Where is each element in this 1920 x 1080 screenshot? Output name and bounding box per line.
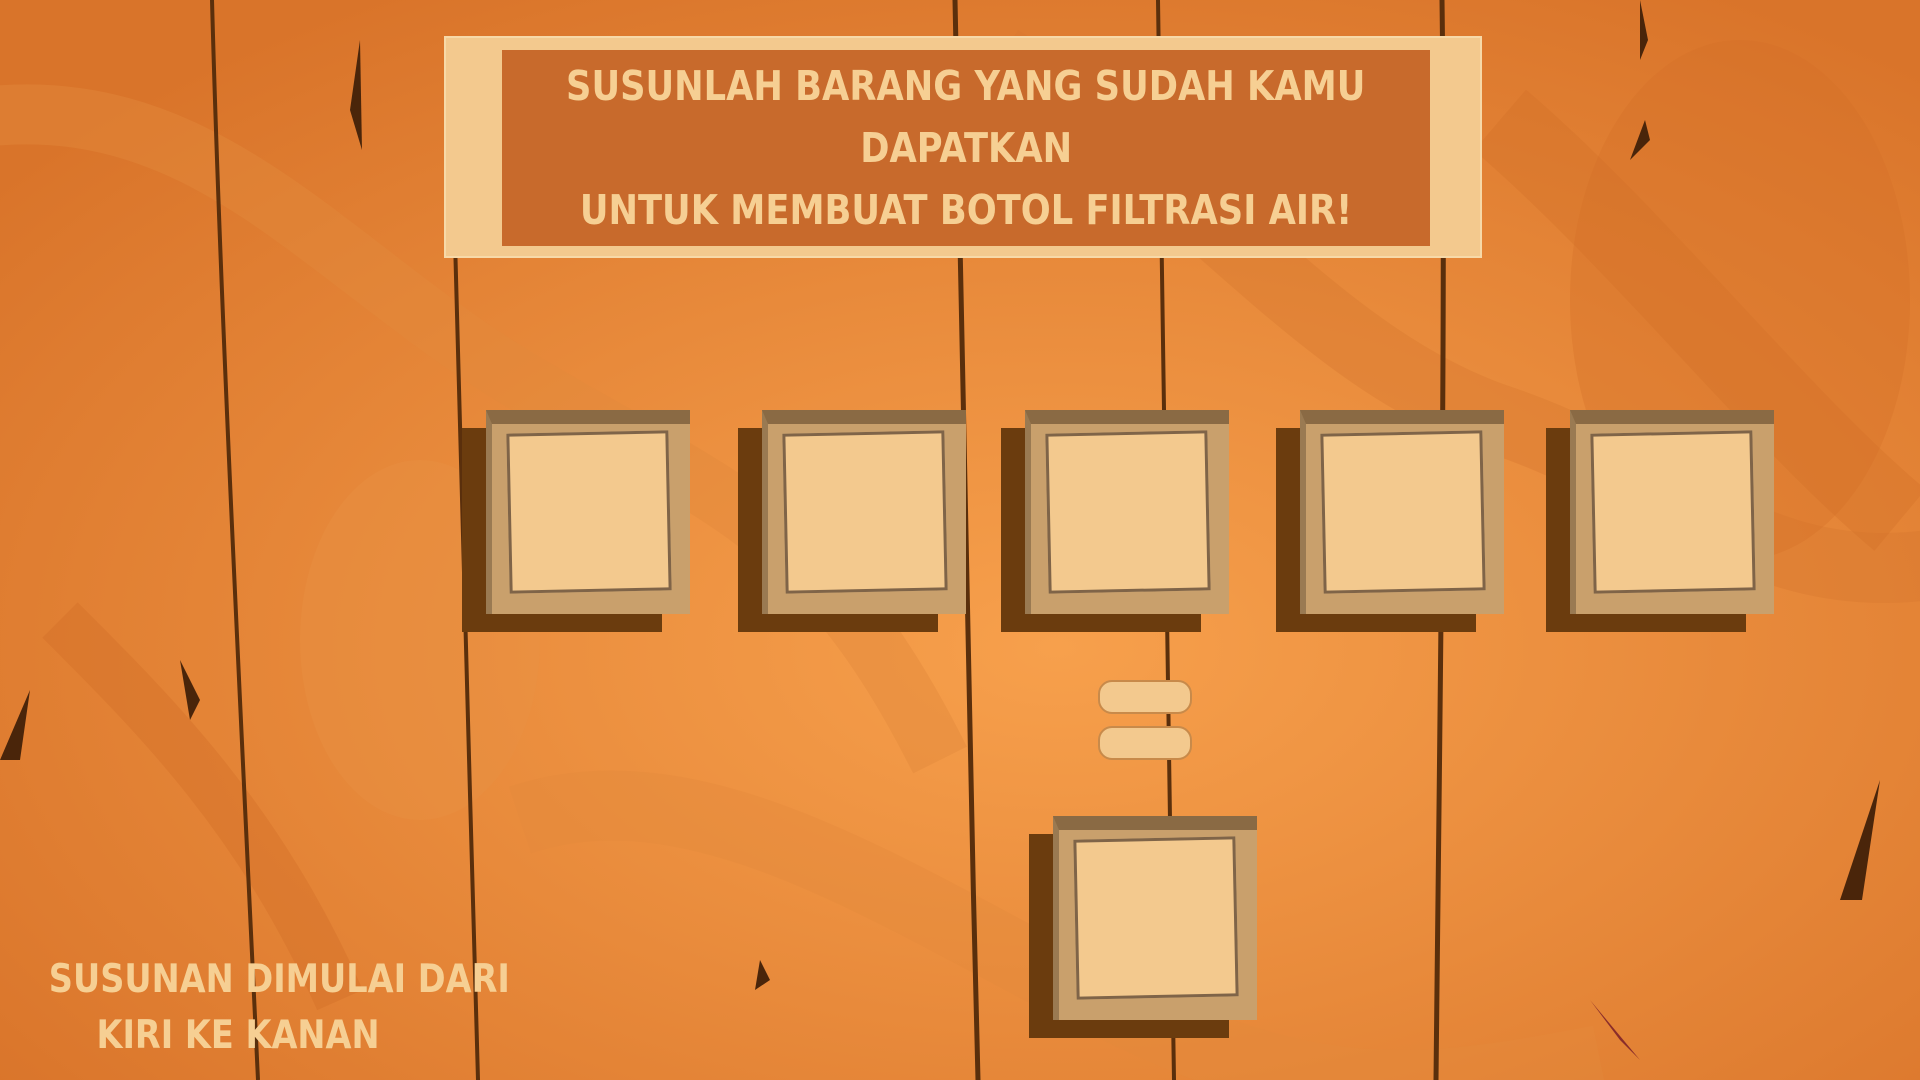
order-hint-line-1: SUSUNAN DIMULAI DARI [48,957,510,1002]
result-slot[interactable] [1029,816,1277,1040]
slot-drop-area[interactable] [782,430,948,594]
equals-bar-top [1098,680,1192,714]
slot-drop-area[interactable] [506,430,672,594]
slot-drop-area[interactable] [1045,430,1211,594]
instruction-banner-panel: SUSUNLAH BARANG YANG SUDAH KAMU DAPATKAN… [502,50,1430,246]
ingredient-slot-2[interactable] [738,410,986,634]
order-hint: SUSUNAN DIMULAI DARI KIRI KE KANAN [18,952,510,1064]
equals-sign-icon [1098,680,1194,762]
instruction-line-1: SUSUNLAH BARANG YANG SUDAH KAMU [566,62,1366,110]
ingredient-slot-4[interactable] [1276,410,1524,634]
slot-drop-area[interactable] [1320,430,1486,594]
ingredient-slot-1[interactable] [462,410,710,634]
instruction-line-2: DAPATKAN [860,124,1072,172]
slot-drop-area[interactable] [1590,430,1756,594]
ingredient-slot-3[interactable] [1001,410,1249,634]
instruction-line-3: UNTUK MEMBUAT BOTOL FILTRASI AIR! [579,186,1353,234]
result-drop-area[interactable] [1073,836,1239,1000]
instruction-banner: SUSUNLAH BARANG YANG SUDAH KAMU DAPATKAN… [444,36,1482,258]
ingredient-slot-5[interactable] [1546,410,1794,634]
equals-bar-bottom [1098,726,1192,760]
order-hint-line-2: KIRI KE KANAN [96,1013,380,1058]
